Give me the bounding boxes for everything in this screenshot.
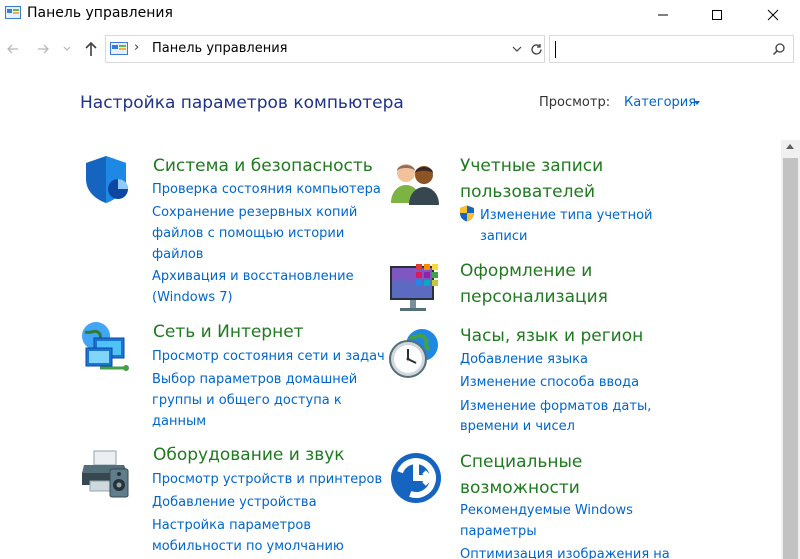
link-change-date-formats[interactable]: Изменение форматов даты, <box>460 396 651 417</box>
breadcrumb-control-panel[interactable]: Панель управления <box>152 41 288 56</box>
link-recommended-settings-line2[interactable]: параметры <box>460 521 537 542</box>
link-network-status[interactable]: Просмотр состояния сети и задач <box>152 346 385 367</box>
text-cursor <box>555 41 556 58</box>
link-check-computer-status[interactable]: Проверка состояния компьютера <box>152 179 381 200</box>
chevron-down-icon[interactable] <box>694 101 700 105</box>
address-bar[interactable]: › Панель управления <box>105 35 545 63</box>
link-change-input-method[interactable]: Изменение способа ввода <box>460 372 639 393</box>
view-by-dropdown[interactable]: Категория <box>624 95 696 110</box>
link-devices-printers[interactable]: Просмотр устройств и принтеров <box>152 469 382 490</box>
link-mobility-settings-line2[interactable]: мобильности по умолчанию <box>152 536 344 557</box>
refresh-button[interactable] <box>528 40 544 58</box>
control-panel-icon <box>110 42 128 55</box>
arrow-left-icon <box>7 44 18 54</box>
close-button[interactable] <box>750 0 796 30</box>
link-file-history-line2[interactable]: файлов с помощью истории <box>152 223 344 244</box>
printer-speaker-icon[interactable] <box>80 447 132 499</box>
link-mobility-settings[interactable]: Настройка параметров <box>152 515 311 536</box>
network-icon[interactable] <box>80 320 132 372</box>
appearance-icon[interactable] <box>388 262 440 314</box>
search-input[interactable] <box>554 39 764 59</box>
title-bar: Панель управления <box>0 0 800 30</box>
recent-locations-button[interactable] <box>61 40 73 58</box>
uac-shield-icon <box>460 205 474 222</box>
maximize-button[interactable] <box>694 0 740 30</box>
arrow-right-icon <box>38 44 49 54</box>
navigation-bar: › Панель управления <box>0 32 800 66</box>
category-ease-of-access[interactable]: Специальные <box>460 449 582 475</box>
link-homegroup-line3[interactable]: данным <box>152 411 206 432</box>
minimize-icon <box>658 14 668 16</box>
window-title: Панель управления <box>27 5 173 21</box>
back-button[interactable] <box>4 40 22 58</box>
category-appearance-line2[interactable]: персонализация <box>460 284 608 310</box>
link-change-account-type[interactable]: Изменение типа учетной <box>480 205 653 226</box>
link-backup-restore-line2[interactable]: (Windows 7) <box>152 287 233 308</box>
category-system-security[interactable]: Система и безопасность <box>153 153 373 179</box>
users-icon[interactable] <box>388 157 440 209</box>
minimize-button[interactable] <box>640 0 686 30</box>
clock-globe-icon[interactable] <box>388 327 440 379</box>
view-by-label: Просмотр: <box>539 95 611 110</box>
chevron-down-icon <box>63 46 71 51</box>
scrollbar-thumb[interactable] <box>783 158 798 559</box>
shield-icon[interactable] <box>80 153 132 205</box>
category-user-accounts-line2[interactable]: пользователей <box>460 179 595 205</box>
link-file-history-line3[interactable]: файлов <box>152 244 203 265</box>
arrow-up-icon <box>85 41 97 56</box>
page-title: Настройка параметров компьютера <box>80 93 404 113</box>
control-panel-icon <box>5 6 21 19</box>
scroll-up-arrow-icon[interactable] <box>786 144 794 149</box>
category-ease-of-access-line2[interactable]: возможности <box>460 475 580 501</box>
link-homegroup-line2[interactable]: группы и общего доступа к <box>152 390 342 411</box>
search-field[interactable] <box>549 35 794 63</box>
forward-button[interactable] <box>34 40 52 58</box>
category-user-accounts[interactable]: Учетные записи <box>460 153 603 179</box>
vertical-scrollbar[interactable] <box>781 140 800 559</box>
link-add-language[interactable]: Добавление языка <box>460 349 588 370</box>
category-appearance[interactable]: Оформление и <box>460 258 592 284</box>
search-icon[interactable] <box>772 42 786 56</box>
link-file-history[interactable]: Сохранение резервных копий <box>152 202 357 223</box>
link-change-date-formats-line2[interactable]: времени и чисел <box>460 416 575 437</box>
accessibility-icon[interactable] <box>390 452 442 504</box>
link-optimize-display[interactable]: Оптимизация изображения на <box>460 544 670 559</box>
link-backup-restore[interactable]: Архивация и восстановление <box>152 266 354 287</box>
link-recommended-settings[interactable]: Рекомендуемые Windows <box>460 500 633 521</box>
close-icon <box>767 9 779 21</box>
up-button[interactable] <box>82 40 100 58</box>
link-add-device[interactable]: Добавление устройства <box>152 492 317 513</box>
refresh-icon <box>530 43 542 55</box>
link-change-account-type-line2[interactable]: записи <box>480 226 527 247</box>
maximize-icon <box>712 10 722 20</box>
link-homegroup[interactable]: Выбор параметров домашней <box>152 369 357 390</box>
breadcrumb-separator[interactable]: › <box>134 40 139 55</box>
chevron-down-icon <box>512 46 522 52</box>
address-dropdown-button[interactable] <box>510 40 524 58</box>
category-network-internet[interactable]: Сеть и Интернет <box>153 319 304 345</box>
category-hardware-sound[interactable]: Оборудование и звук <box>153 442 345 468</box>
category-clock-region[interactable]: Часы, язык и регион <box>460 323 643 349</box>
